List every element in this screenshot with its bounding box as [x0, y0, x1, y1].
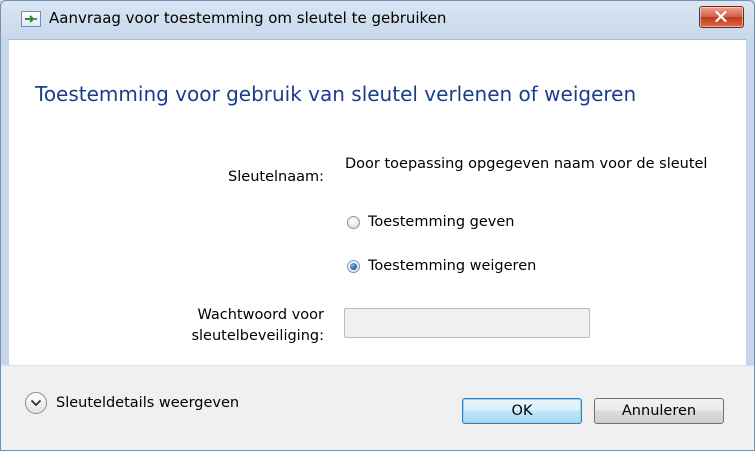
- password-field[interactable]: [344, 308, 590, 338]
- radio-deny-label[interactable]: Toestemming weigeren: [368, 258, 536, 274]
- cancel-button[interactable]: Annuleren: [594, 398, 724, 424]
- radio-allow-button[interactable]: [347, 215, 360, 229]
- radio-allow-label[interactable]: Toestemming geven: [368, 214, 514, 230]
- content-panel: Toestemming voor gebruik van sleutel ver…: [9, 39, 746, 365]
- window-title: Aanvraag voor toestemming om sleutel te …: [49, 9, 447, 27]
- dialog-window: Aanvraag voor toestemming om sleutel te …: [0, 0, 755, 451]
- show-details-label[interactable]: Sleuteldetails weergeven: [56, 395, 239, 411]
- radio-deny-button[interactable]: [347, 259, 360, 273]
- key-arrow-icon: [21, 11, 41, 27]
- close-icon: [715, 11, 727, 22]
- key-name-value: Door toepassing opgegeven naam voor de s…: [345, 156, 708, 172]
- radio-allow[interactable]: Toestemming geven: [347, 212, 514, 232]
- password-label: Wachtwoord voor sleutelbeveiliging:: [191, 307, 324, 344]
- key-name-label: Sleutelnaam:: [228, 169, 324, 185]
- show-details-toggle[interactable]: Sleuteldetails weergeven: [25, 392, 239, 414]
- ok-button[interactable]: OK: [462, 398, 582, 424]
- dialog-footer: Sleuteldetails weergeven OK Annuleren: [1, 365, 754, 450]
- chevron-down-icon[interactable]: [25, 392, 47, 414]
- radio-deny[interactable]: Toestemming weigeren: [347, 256, 536, 276]
- title-bar[interactable]: Aanvraag voor toestemming om sleutel te …: [1, 1, 754, 39]
- page-title: Toestemming voor gebruik van sleutel ver…: [35, 82, 637, 106]
- close-button[interactable]: [699, 6, 744, 28]
